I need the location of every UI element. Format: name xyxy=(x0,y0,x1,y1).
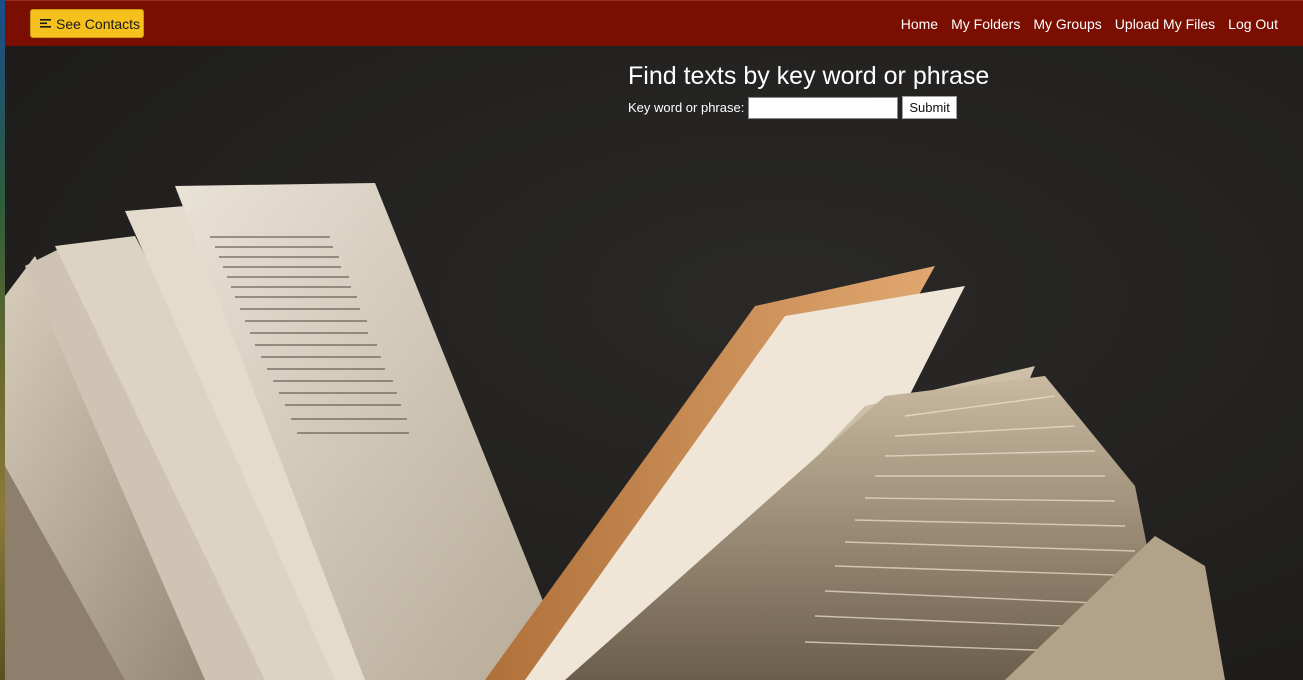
search-form: Key word or phrase: Submit xyxy=(628,96,989,119)
search-section: Find texts by key word or phrase Key wor… xyxy=(628,60,989,119)
search-input[interactable] xyxy=(748,96,899,119)
top-navbar: See Contacts Home My Folders My Groups U… xyxy=(5,0,1303,46)
search-title: Find texts by key word or phrase xyxy=(628,62,990,90)
page: See Contacts Home My Folders My Groups U… xyxy=(0,0,1303,680)
submit-button[interactable]: Submit xyxy=(902,96,957,119)
open-book-illustration xyxy=(5,183,1225,680)
nav-link-upload-my-files[interactable]: Upload My Files xyxy=(1115,16,1215,32)
nav-link-log-out[interactable]: Log Out xyxy=(1228,16,1278,32)
nav-link-home[interactable]: Home xyxy=(901,16,938,32)
see-contacts-button[interactable]: See Contacts xyxy=(30,9,144,38)
nav-link-my-folders[interactable]: My Folders xyxy=(951,16,1020,32)
see-contacts-label: See Contacts xyxy=(56,15,141,32)
background-book-image xyxy=(5,46,1303,680)
search-label: Key word or phrase: xyxy=(628,100,745,115)
nav-links: Home My Folders My Groups Upload My File… xyxy=(901,1,1278,47)
menu-lines-icon xyxy=(40,18,51,29)
nav-link-my-groups[interactable]: My Groups xyxy=(1033,16,1101,32)
